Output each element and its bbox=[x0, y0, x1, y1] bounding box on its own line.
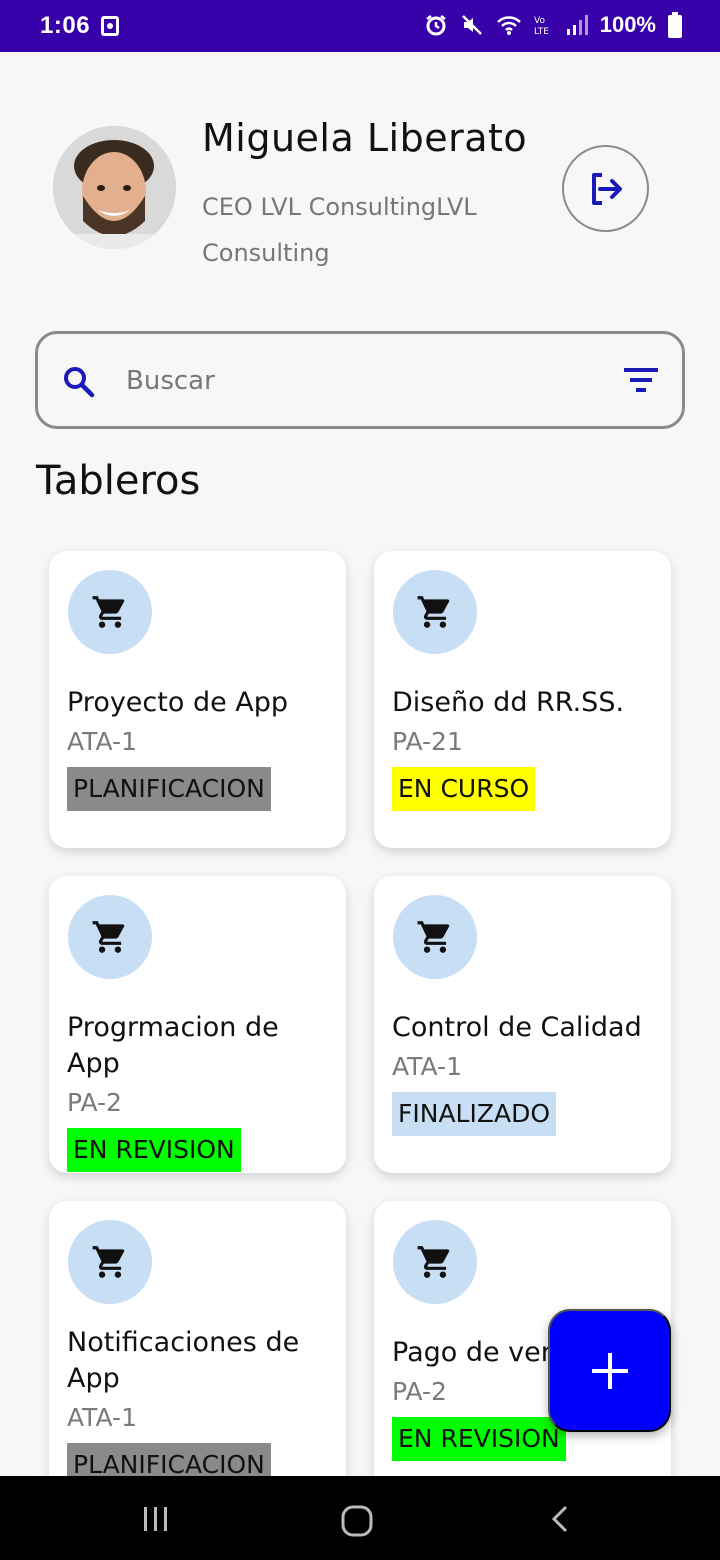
board-card[interactable]: Diseño dd RR.SS. PA-21 EN CURSO bbox=[374, 551, 671, 848]
section-title: Tableros bbox=[36, 458, 201, 504]
board-title: Control de Calidad bbox=[392, 1012, 642, 1043]
search-icon[interactable] bbox=[62, 365, 96, 399]
search-bar[interactable] bbox=[35, 331, 685, 429]
status-icons: Vo LTE 100% bbox=[424, 12, 682, 38]
board-title: Notificaciones de App bbox=[67, 1327, 300, 1394]
system-navigation-bar bbox=[0, 1476, 720, 1560]
board-title: Proyecto de App bbox=[67, 687, 289, 718]
board-icon-container bbox=[68, 895, 152, 979]
recent-apps-icon[interactable] bbox=[141, 1504, 171, 1534]
status-time: 1:06 bbox=[40, 12, 91, 39]
board-card[interactable]: Notificaciones de App ATA-1 PLANIFICACIO… bbox=[49, 1201, 346, 1476]
svg-text:Vo: Vo bbox=[534, 16, 545, 26]
search-input[interactable] bbox=[126, 356, 596, 406]
cart-icon bbox=[417, 1246, 450, 1278]
board-code: PA-2 bbox=[67, 1088, 122, 1117]
signal-icon bbox=[566, 15, 588, 35]
wifi-icon bbox=[496, 16, 521, 35]
board-info: Proyecto de App ATA-1 PLANIFICACION bbox=[67, 685, 337, 811]
board-icon-container bbox=[393, 570, 477, 654]
board-icon-container bbox=[68, 570, 152, 654]
board-title: Diseño dd RR.SS. bbox=[392, 687, 625, 718]
board-card[interactable]: Proyecto de App ATA-1 PLANIFICACION bbox=[49, 551, 346, 848]
battery-percent: 100% bbox=[599, 12, 656, 37]
cart-icon bbox=[92, 1246, 125, 1278]
logout-icon bbox=[591, 172, 622, 205]
board-card[interactable]: Progrmacion de App PA-2 EN REVISION bbox=[49, 876, 346, 1173]
mute-icon bbox=[461, 15, 482, 35]
profile-name: Miguela Liberato bbox=[202, 116, 528, 160]
alarm-icon bbox=[425, 15, 446, 36]
board-icon-container bbox=[393, 895, 477, 979]
add-board-button[interactable] bbox=[548, 1309, 671, 1432]
board-code: ATA-1 bbox=[392, 1052, 462, 1081]
notification-icon bbox=[101, 16, 119, 36]
board-code: PA-21 bbox=[392, 727, 463, 756]
cart-icon bbox=[92, 921, 125, 953]
back-icon[interactable] bbox=[546, 1504, 576, 1534]
status-badge: PLANIFICACION bbox=[67, 767, 271, 811]
board-info: Control de Calidad ATA-1 FINALIZADO bbox=[392, 1010, 662, 1136]
board-code: ATA-1 bbox=[67, 727, 137, 756]
status-bar: 1:06 Vo LTE 100% bbox=[0, 0, 720, 52]
status-badge: EN REVISION bbox=[392, 1417, 566, 1461]
board-icon-container bbox=[393, 1220, 477, 1304]
status-badge: EN REVISION bbox=[67, 1128, 241, 1172]
board-icon-container bbox=[68, 1220, 152, 1304]
board-info: Diseño dd RR.SS. PA-21 EN CURSO bbox=[392, 685, 662, 811]
profile-role: CEO LVL ConsultingLVL Consulting bbox=[202, 193, 477, 267]
board-info: Progrmacion de App PA-2 EN REVISION bbox=[67, 1010, 337, 1172]
avatar bbox=[53, 126, 176, 249]
filter-icon[interactable] bbox=[624, 366, 658, 394]
plus-icon bbox=[591, 1352, 628, 1389]
board-info: Notificaciones de App ATA-1 PLANIFICACIO… bbox=[67, 1325, 337, 1476]
board-code: ATA-1 bbox=[67, 1403, 137, 1432]
board-card[interactable]: Control de Calidad ATA-1 FINALIZADO bbox=[374, 876, 671, 1173]
volte-icon: VoLTE bbox=[534, 16, 549, 37]
home-icon[interactable] bbox=[340, 1504, 374, 1538]
svg-text:LTE: LTE bbox=[534, 27, 549, 37]
logout-button[interactable] bbox=[562, 145, 649, 232]
status-badge: FINALIZADO bbox=[392, 1092, 557, 1136]
status-badge: EN CURSO bbox=[392, 767, 536, 811]
cart-icon bbox=[92, 596, 125, 628]
battery-icon bbox=[668, 12, 682, 38]
status-badge: PLANIFICACION bbox=[67, 1443, 271, 1476]
cart-icon bbox=[417, 921, 450, 953]
board-title: Progrmacion de App bbox=[67, 1012, 279, 1079]
cart-icon bbox=[417, 596, 450, 628]
